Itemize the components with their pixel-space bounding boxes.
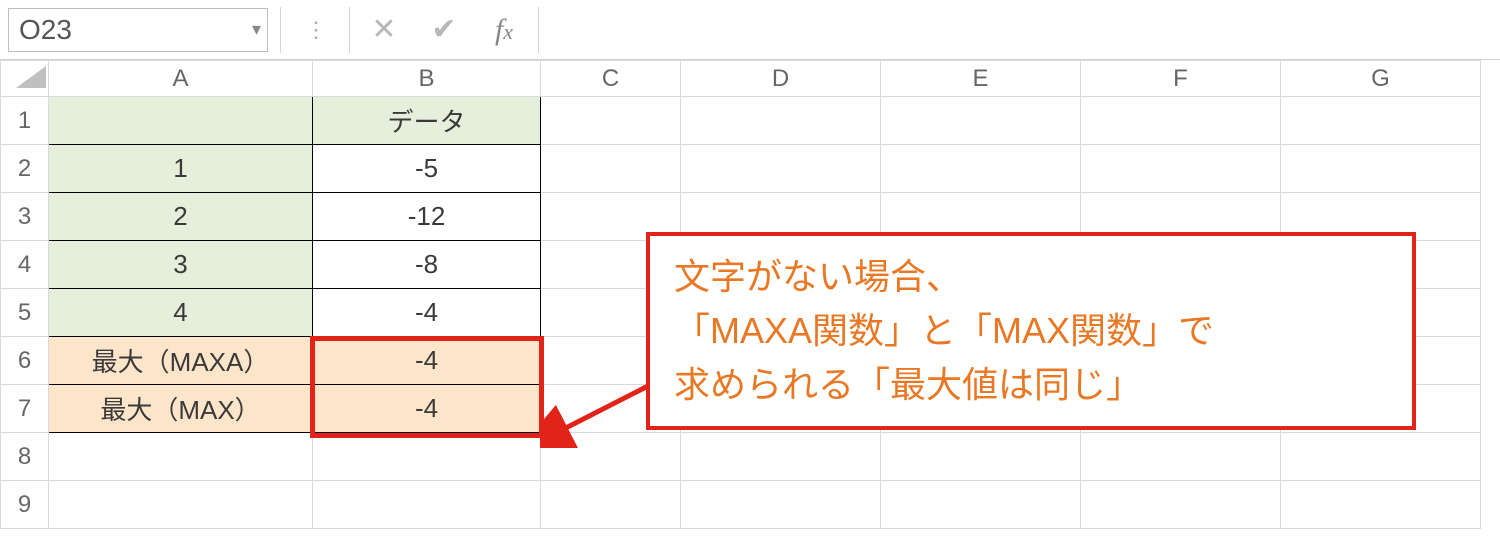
cell-E2[interactable]	[881, 145, 1081, 193]
cell-E1[interactable]	[881, 97, 1081, 145]
cell-B9[interactable]	[313, 481, 541, 529]
col-header-F[interactable]: F	[1081, 61, 1281, 97]
cell-A3[interactable]: 2	[49, 193, 313, 241]
cell-B5[interactable]: -4	[313, 289, 541, 337]
col-header-A[interactable]: A	[49, 61, 313, 97]
cell-A8[interactable]	[49, 433, 313, 481]
cell-F2[interactable]	[1081, 145, 1281, 193]
cell-B3[interactable]: -12	[313, 193, 541, 241]
row-header-9[interactable]: 9	[1, 481, 49, 529]
col-header-E[interactable]: E	[881, 61, 1081, 97]
formula-bar: ▾ ⋮ ✕ ✔ fx	[0, 0, 1500, 60]
cell-F9[interactable]	[1081, 481, 1281, 529]
cell-A2[interactable]: 1	[49, 145, 313, 193]
select-all-corner[interactable]	[1, 61, 49, 97]
cell-D1[interactable]	[681, 97, 881, 145]
cell-B8[interactable]	[313, 433, 541, 481]
cell-B6[interactable]: -4	[313, 337, 541, 385]
name-box-dropdown-icon[interactable]: ▾	[252, 19, 261, 40]
cell-F1[interactable]	[1081, 97, 1281, 145]
col-header-G[interactable]: G	[1281, 61, 1481, 97]
cell-G1[interactable]	[1281, 97, 1481, 145]
cell-A4[interactable]: 3	[49, 241, 313, 289]
col-header-B[interactable]: B	[313, 61, 541, 97]
callout-line-1: 文字がない場合、	[674, 250, 1388, 304]
row-header-8[interactable]: 8	[1, 433, 49, 481]
cell-D9[interactable]	[681, 481, 881, 529]
cell-B4[interactable]: -8	[313, 241, 541, 289]
row-header-3[interactable]: 3	[1, 193, 49, 241]
cell-A9[interactable]	[49, 481, 313, 529]
row-header-2[interactable]: 2	[1, 145, 49, 193]
cell-D2[interactable]	[681, 145, 881, 193]
row-header-6[interactable]: 6	[1, 337, 49, 385]
cell-C1[interactable]	[541, 97, 681, 145]
select-all-icon	[16, 66, 46, 88]
formula-input[interactable]	[543, 8, 1500, 52]
cell-F8[interactable]	[1081, 433, 1281, 481]
name-box[interactable]: ▾	[8, 8, 268, 52]
cell-A1[interactable]	[49, 97, 313, 145]
col-header-C[interactable]: C	[541, 61, 681, 97]
cell-B2[interactable]: -5	[313, 145, 541, 193]
spreadsheet-grid[interactable]: A B C D E F G 1 データ 2 1 -5 3 2	[0, 60, 1500, 529]
name-box-input[interactable]	[9, 14, 209, 46]
cell-D8[interactable]	[681, 433, 881, 481]
col-header-D[interactable]: D	[681, 61, 881, 97]
callout-line-2: 「MAXA関数」と「MAX関数」で	[674, 304, 1388, 358]
cell-C2[interactable]	[541, 145, 681, 193]
enter-icon: ✔	[414, 9, 474, 51]
cell-A6[interactable]: 最大（MAXA）	[49, 337, 313, 385]
cell-B7[interactable]: -4	[313, 385, 541, 433]
fx-icon[interactable]: fx	[474, 9, 534, 51]
row-header-4[interactable]: 4	[1, 241, 49, 289]
cell-G8[interactable]	[1281, 433, 1481, 481]
cell-A7[interactable]: 最大（MAX）	[49, 385, 313, 433]
row-header-1[interactable]: 1	[1, 97, 49, 145]
callout-line-3: 求められる「最大値は同じ」	[674, 358, 1388, 412]
cell-B1[interactable]: データ	[313, 97, 541, 145]
cancel-icon: ✕	[354, 9, 414, 51]
row-header-7[interactable]: 7	[1, 385, 49, 433]
cell-E8[interactable]	[881, 433, 1081, 481]
cell-A5[interactable]: 4	[49, 289, 313, 337]
cell-G9[interactable]	[1281, 481, 1481, 529]
cell-G2[interactable]	[1281, 145, 1481, 193]
callout-box: 文字がない場合、 「MAXA関数」と「MAX関数」で 求められる「最大値は同じ」	[646, 232, 1416, 430]
row-header-5[interactable]: 5	[1, 289, 49, 337]
cell-E9[interactable]	[881, 481, 1081, 529]
cell-C8[interactable]	[541, 433, 681, 481]
dots-icon: ⋮	[285, 9, 345, 51]
cell-C9[interactable]	[541, 481, 681, 529]
